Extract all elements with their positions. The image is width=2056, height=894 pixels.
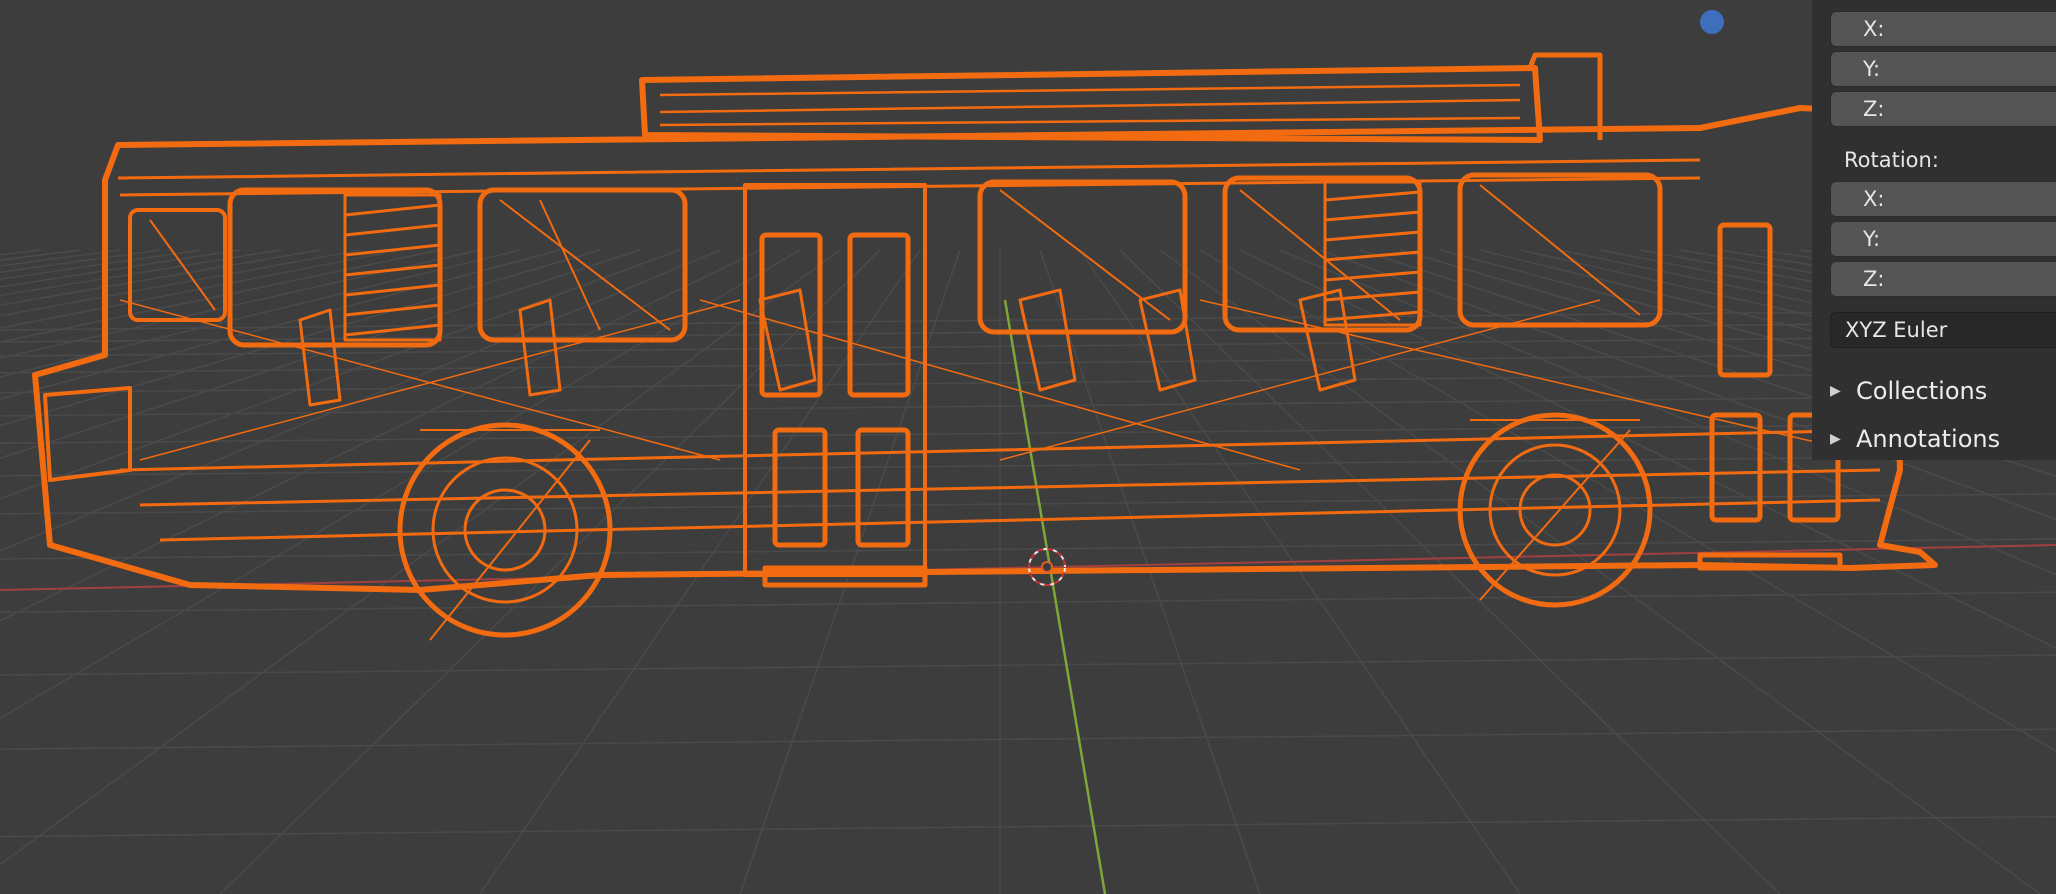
bus-wireframe[interactable] [32, 52, 1938, 641]
collections-label: Collections [1856, 377, 1988, 405]
rotation-z-field[interactable]: Z: [1830, 261, 2056, 297]
y-axis-line [1003, 299, 1107, 894]
location-z-field[interactable]: Z: [1830, 91, 2056, 127]
rotation-y-field[interactable]: Y: [1830, 221, 2056, 257]
rotation-mode-select[interactable]: XYZ Euler [1830, 312, 2056, 348]
location-x-field[interactable]: X: [1830, 11, 2056, 47]
viewport-canvas [0, 52, 2056, 894]
rotation-label: Rotation: [1844, 148, 1939, 172]
navigation-gizmo-z-icon[interactable] [1700, 10, 1724, 34]
3d-viewport[interactable] [0, 0, 2056, 894]
rotation-x-field[interactable]: X: [1830, 181, 2056, 217]
location-y-field[interactable]: Y: [1830, 51, 2056, 87]
collections-panel-header[interactable]: ▶ Collections [1830, 371, 2056, 411]
annotations-panel-header[interactable]: ▶ Annotations [1830, 419, 2056, 459]
triangle-right-icon: ▶ [1830, 383, 1841, 399]
annotations-label: Annotations [1856, 425, 2001, 453]
triangle-right-icon: ▶ [1830, 431, 1841, 447]
